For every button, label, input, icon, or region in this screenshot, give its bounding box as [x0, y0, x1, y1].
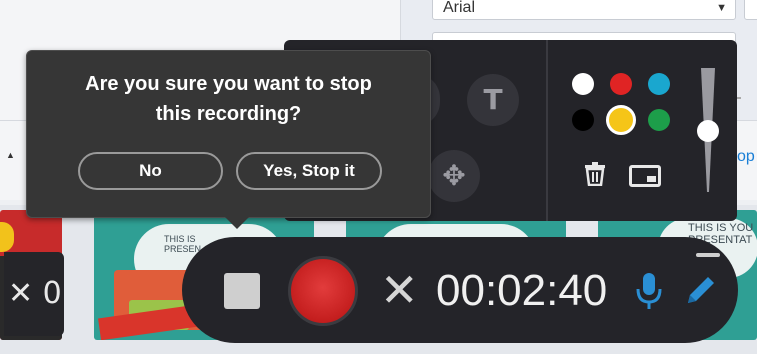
- stop-recording-confirm: Are you sure you want to stop this recor…: [26, 50, 431, 218]
- color-swatch-cyan[interactable]: [648, 73, 670, 95]
- pencil-icon[interactable]: [684, 273, 718, 307]
- text-icon: T: [483, 83, 503, 116]
- microphone-icon[interactable]: [634, 271, 664, 311]
- move-tool-button[interactable]: ✥: [428, 150, 480, 202]
- font-size-box[interactable]: [744, 0, 757, 20]
- cancel-recording-button[interactable]: ✕: [380, 262, 419, 318]
- stop-button[interactable]: [224, 273, 260, 309]
- heart-icon: [0, 222, 14, 252]
- confirm-message-line: this recording?: [155, 103, 302, 125]
- slider-handle[interactable]: [697, 120, 719, 142]
- confirm-message: Are you sure you want to stop this recor…: [27, 69, 430, 129]
- yes-stop-button[interactable]: Yes, Stop it: [236, 152, 382, 190]
- confirm-message-line: Are you sure you want to stop: [85, 73, 372, 95]
- chevron-down-icon: ▼: [716, 2, 727, 14]
- color-swatch-green[interactable]: [648, 109, 670, 131]
- font-family-select[interactable]: Arial ▼: [432, 0, 736, 20]
- color-swatch-red[interactable]: [610, 73, 632, 95]
- color-swatch-white[interactable]: [572, 73, 594, 95]
- divider: [546, 40, 548, 221]
- record-button[interactable]: [288, 256, 358, 326]
- recorder-peek-text: ✕ 0: [8, 276, 62, 311]
- tooltip-arrow: [225, 217, 249, 229]
- recording-control-bar: ✕ 00:02:40: [182, 237, 738, 343]
- options-link[interactable]: op: [737, 148, 755, 166]
- trash-icon[interactable]: [584, 162, 606, 192]
- text-tool-button[interactable]: T: [467, 74, 519, 126]
- color-swatch-yellow[interactable]: [606, 105, 636, 135]
- whiteboard-icon[interactable]: [629, 165, 661, 187]
- minimize-button[interactable]: [696, 253, 720, 257]
- recording-timer: 00:02:40: [436, 266, 608, 315]
- scroll-up-icon[interactable]: ▲: [6, 150, 15, 160]
- no-button[interactable]: No: [78, 152, 223, 190]
- move-icon: ✥: [442, 160, 466, 191]
- thumbnail-title: THIS IS PRESEN: [164, 234, 202, 254]
- color-swatch-black[interactable]: [572, 109, 594, 131]
- font-family-value: Arial: [443, 0, 476, 16]
